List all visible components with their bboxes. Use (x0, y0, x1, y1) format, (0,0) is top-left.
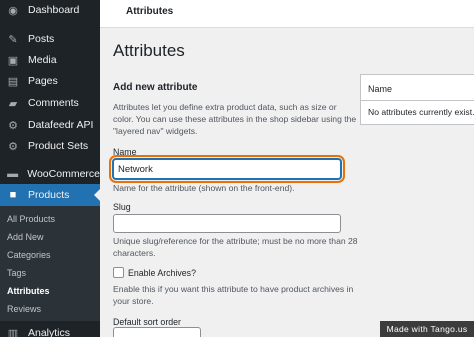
enable-archives-checkbox[interactable] (113, 267, 124, 278)
menu-item-label: Datafeedr API (28, 119, 94, 131)
products-icon: ■ (9, 189, 17, 201)
menu-item-pages[interactable]: ▤ Pages (0, 74, 100, 88)
sort-order-label: Default sort order (113, 317, 181, 327)
table-empty-message: No attributes currently exist. (368, 107, 474, 117)
archives-help-text: Enable this if you want this attribute t… (113, 284, 354, 306)
menu-item-analytics[interactable]: ▥ Analytics (0, 326, 100, 337)
menu-item-label: Pages (28, 75, 58, 87)
dashboard-icon: ◉ (8, 4, 18, 17)
product-sets-icon: ⚙ (8, 140, 18, 153)
name-help-text: Name for the attribute (shown on the fro… (113, 183, 295, 193)
name-input[interactable] (113, 159, 341, 179)
pages-icon: ▤ (7, 75, 19, 88)
current-menu-arrow (94, 189, 100, 201)
comments-icon: ▰ (8, 97, 18, 110)
page-header-bar: Attributes (100, 0, 474, 28)
pin-icon: ✎ (8, 33, 18, 46)
table-divider (361, 100, 474, 101)
admin-sidebar: ◉ Dashboard ✎ Posts ▣ Media ▤ Pages ▰ Co… (0, 0, 100, 337)
menu-item-label: WooCommerce (27, 168, 100, 180)
header-title: Attributes (126, 6, 174, 17)
submenu-item-add-new[interactable]: Add New (7, 232, 44, 242)
menu-item-posts[interactable]: ✎ Posts (0, 32, 100, 46)
table-header-name[interactable]: Name (368, 84, 392, 94)
menu-item-woocommerce[interactable]: ▬ WooCommerce (0, 167, 100, 181)
submenu-item-tags[interactable]: Tags (7, 268, 26, 278)
menu-item-label: Product Sets (28, 140, 89, 152)
page-title: Attributes (113, 41, 185, 60)
form-section-title: Add new attribute (113, 82, 198, 93)
enable-archives-label: Enable Archives? (128, 268, 196, 278)
menu-item-label: Products (28, 189, 70, 201)
woocommerce-icon: ▬ (7, 168, 19, 180)
analytics-icon: ▥ (7, 327, 19, 337)
menu-item-datafeedr-api[interactable]: ⚙ Datafeedr API (0, 118, 100, 132)
menu-item-label: Comments (28, 97, 79, 109)
menu-item-label: Dashboard (28, 4, 80, 16)
tango-watermark: Made with Tango.us (380, 321, 474, 337)
slug-label: Slug (113, 202, 131, 212)
submenu-item-all-products[interactable]: All Products (7, 214, 55, 224)
slug-help-text: Unique slug/reference for the attribute;… (113, 236, 358, 258)
attributes-table: Name No attributes currently exist. (360, 74, 474, 125)
submenu-item-attributes[interactable]: Attributes (7, 286, 50, 296)
products-submenu: All Products Add New Categories Tags Att… (0, 206, 100, 321)
menu-item-label: Analytics (28, 327, 71, 337)
menu-item-label: Posts (28, 33, 55, 45)
menu-item-dashboard[interactable]: ◉ Dashboard (0, 3, 100, 17)
submenu-item-categories[interactable]: Categories (7, 250, 51, 260)
menu-item-comments[interactable]: ▰ Comments (0, 96, 100, 110)
sort-order-select[interactable] (113, 327, 201, 337)
form-description: Attributes let you define extra product … (113, 102, 357, 136)
menu-item-label: Media (28, 54, 57, 66)
media-icon: ▣ (7, 54, 19, 67)
menu-item-media[interactable]: ▣ Media (0, 53, 100, 67)
menu-item-product-sets[interactable]: ⚙ Product Sets (0, 139, 100, 153)
slug-input[interactable] (113, 214, 341, 233)
menu-item-products[interactable]: ■ Products (0, 184, 100, 206)
datafeedr-icon: ⚙ (8, 119, 18, 132)
submenu-item-reviews[interactable]: Reviews (7, 304, 41, 314)
